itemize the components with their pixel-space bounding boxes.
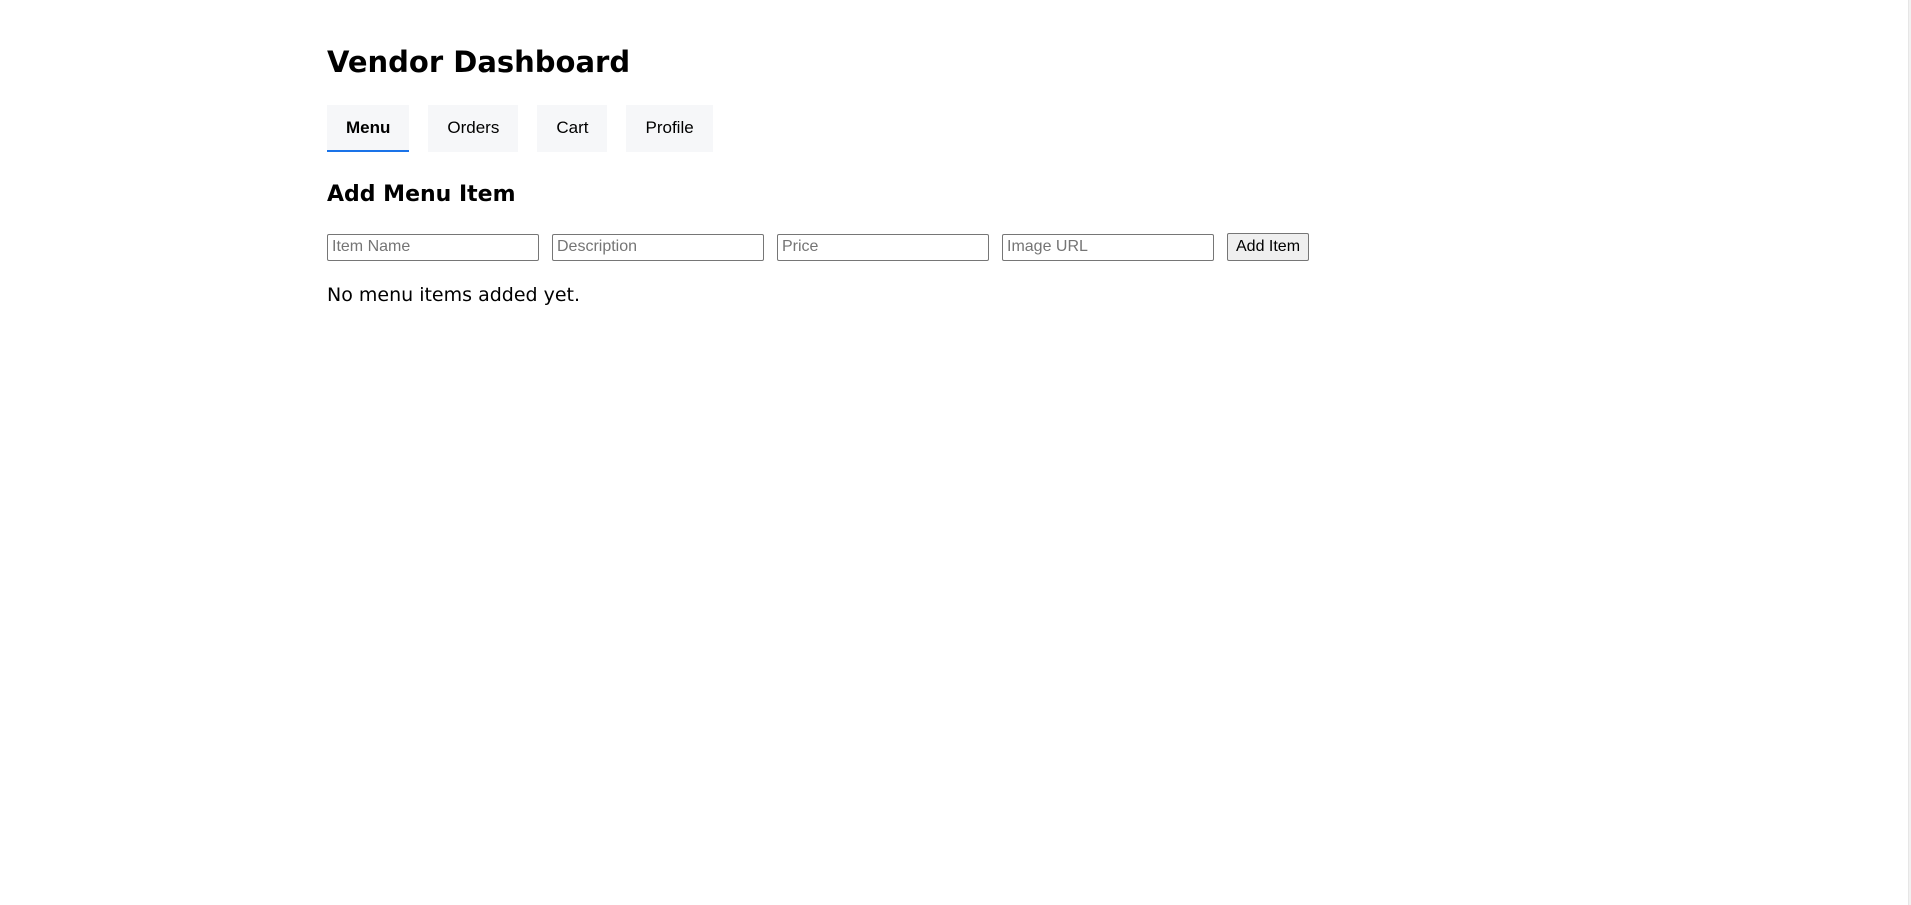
add-item-button[interactable]: Add Item [1227, 233, 1310, 261]
image-url-input[interactable] [1002, 233, 1214, 261]
vendor-dashboard-page: Vendor Dashboard Menu Orders Cart Profil… [0, 0, 1911, 905]
tab-cart[interactable]: Cart [537, 105, 608, 152]
tab-menu[interactable]: Menu [327, 105, 410, 152]
price-input[interactable] [777, 233, 989, 261]
add-menu-item-form: Add Item [327, 233, 1310, 261]
description-input[interactable] [552, 233, 764, 261]
tab-profile[interactable]: Profile [626, 105, 713, 152]
tab-orders[interactable]: Orders [428, 105, 519, 152]
empty-menu-message: No menu items added yet. [327, 284, 581, 306]
page-title: Vendor Dashboard [327, 45, 631, 79]
tab-bar: Menu Orders Cart Profile [327, 105, 713, 154]
item-name-input[interactable] [327, 233, 539, 261]
add-menu-item-heading: Add Menu Item [327, 182, 516, 207]
